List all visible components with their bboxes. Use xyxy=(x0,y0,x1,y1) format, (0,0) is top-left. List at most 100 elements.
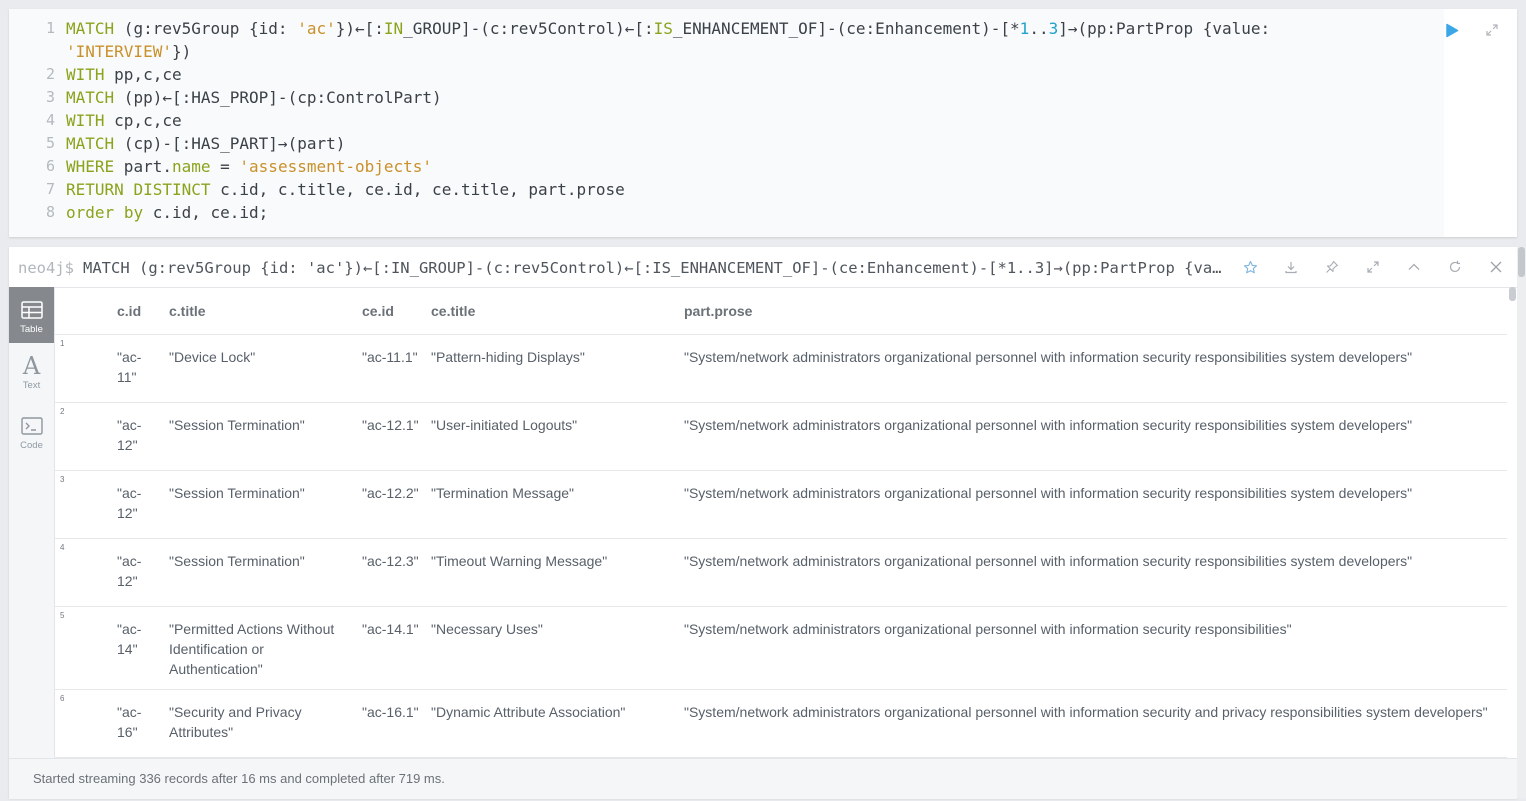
column-header: part.prose xyxy=(678,287,1507,335)
line-number: 2 xyxy=(45,65,55,83)
table-header-row: c.id c.title ce.id ce.title part.prose xyxy=(54,287,1507,335)
table-cell: "ac-11" xyxy=(111,334,163,403)
table-cell: "Session Termination" xyxy=(163,402,356,471)
result-frame: neo4j$ MATCH (g:rev5Group {id: 'ac'})←[:I… xyxy=(9,247,1517,799)
view-tab-table[interactable]: Table xyxy=(9,287,54,343)
table-cell: "ac-12.1" xyxy=(356,402,425,471)
code-token: name xyxy=(171,157,211,176)
view-tab-label: Table xyxy=(20,324,43,335)
row-number: 1 xyxy=(54,334,111,403)
code-area[interactable]: 1 MATCH (g:rev5Group {id: 'ac'})←[:IN_GRO… xyxy=(9,9,1444,237)
table-cell: "System/network administrators organizat… xyxy=(678,470,1507,539)
table-icon xyxy=(20,299,43,321)
code-text: order by c.id, ce.id; xyxy=(66,201,268,224)
code-token: 3 xyxy=(1048,19,1059,38)
code-token: MATCH xyxy=(66,19,115,38)
code-token: 1 xyxy=(1019,19,1030,38)
code-token: (pp)←[:HAS_PROP]-(cp:ControlPart) xyxy=(114,88,442,107)
code-text: RETURN DISTINCT c.id, c.title, ce.id, ce… xyxy=(66,178,625,201)
table-row: 6 "ac-16" "Security and Privacy Attributes… xyxy=(54,689,1507,758)
code-token: by xyxy=(123,203,144,222)
code-icon xyxy=(20,415,43,437)
code-token: DISTINCT xyxy=(133,180,211,199)
play-icon[interactable] xyxy=(1439,17,1465,43)
view-sidebar: Table A Text Code xyxy=(9,287,55,758)
code-token: MATCH xyxy=(66,88,115,107)
rerun-icon[interactable] xyxy=(1442,254,1468,280)
code-token: c.id, ce.id; xyxy=(143,203,269,222)
line-number: 3 xyxy=(45,88,55,106)
close-icon[interactable] xyxy=(1483,254,1509,280)
collapse-icon[interactable] xyxy=(1401,254,1427,280)
code-text: 'INTERVIEW'}) xyxy=(66,40,191,63)
row-number: 6 xyxy=(54,689,111,758)
table-cell: "ac-12.2" xyxy=(356,470,425,539)
code-text: WITH pp,c,ce xyxy=(66,63,182,86)
download-icon[interactable] xyxy=(1278,254,1304,280)
code-token: 'assessment-objects' xyxy=(239,157,433,176)
code-token: c.id, c.title, ce.id, ce.title, part.pro… xyxy=(210,180,625,199)
table-cell: "ac-12" xyxy=(111,538,163,607)
text-icon: A xyxy=(22,352,41,380)
scrollbar-thumb[interactable] xyxy=(1509,287,1516,301)
code-token: RETURN xyxy=(66,180,124,199)
close-icon[interactable] xyxy=(1520,16,1526,42)
frame-header: neo4j$ MATCH (g:rev5Group {id: 'ac'})←[:I… xyxy=(9,247,1517,288)
frame-command[interactable]: neo4j$ MATCH (g:rev5Group {id: 'ac'})←[:I… xyxy=(18,257,1228,279)
expand-icon[interactable] xyxy=(1360,254,1386,280)
table-cell: "ac-12" xyxy=(111,470,163,539)
code-token: = xyxy=(210,157,240,176)
code-token: .. xyxy=(1029,19,1049,38)
pin-icon[interactable] xyxy=(1319,254,1345,280)
table-cell: "Permitted Actions Without Identificatio… xyxy=(163,606,356,690)
table-cell: "ac-14" xyxy=(111,606,163,690)
column-header: c.title xyxy=(163,287,356,335)
table-scrollbar[interactable] xyxy=(1508,287,1517,758)
table-cell: "System/network administrators organizat… xyxy=(678,402,1507,471)
table-cell: "ac-12.3" xyxy=(356,538,425,607)
table-cell: "Termination Message" xyxy=(425,470,678,539)
code-text: WITH cp,c,ce xyxy=(66,109,182,132)
code-text: MATCH (pp)←[:HAS_PROP]-(cp:ControlPart) xyxy=(66,86,442,109)
table-row: 2 "ac-12" "Session Termination" "ac-12.1" "U… xyxy=(54,402,1507,471)
row-number: 2 xyxy=(54,402,111,471)
page-scrollbar[interactable] xyxy=(1517,247,1526,798)
expand-icon[interactable] xyxy=(1479,17,1505,43)
code-token: ]→(pp:PartProp {value: xyxy=(1058,19,1271,38)
table-cell: "System/network administrators organizat… xyxy=(678,689,1507,758)
table-cell: "Pattern-hiding Displays" xyxy=(425,334,678,403)
code-token: WITH xyxy=(66,65,105,84)
query-editor[interactable]: 1 MATCH (g:rev5Group {id: 'ac'})←[:IN_GRO… xyxy=(9,9,1517,237)
command-text: MATCH (g:rev5Group {id: 'ac'})←[:IN_GROU… xyxy=(83,259,1228,277)
table-row: 3 "ac-12" "Session Termination" "ac-12.2" "T… xyxy=(54,470,1507,539)
line-number: 8 xyxy=(45,203,55,221)
line-number: 7 xyxy=(45,180,55,198)
row-number: 5 xyxy=(54,606,111,690)
results-table-container[interactable]: c.id c.title ce.id ce.title part.prose 1… xyxy=(54,287,1507,758)
star-icon[interactable] xyxy=(1237,254,1263,280)
code-token: _ENHANCEMENT_OF]-(ce:Enhancement)-[* xyxy=(672,19,1020,38)
table-cell: "ac-12" xyxy=(111,402,163,471)
table-cell: "Timeout Warning Message" xyxy=(425,538,678,607)
prompt-label: neo4j$ xyxy=(18,259,74,277)
row-number: 4 xyxy=(54,538,111,607)
code-text: MATCH (g:rev5Group {id: 'ac'})←[:IN_GROU… xyxy=(66,17,1270,40)
table-cell: "Necessary Uses" xyxy=(425,606,678,690)
table-cell: "System/network administrators organizat… xyxy=(678,334,1507,403)
table-row: 5 "ac-14" "Permitted Actions Without Ident… xyxy=(54,606,1507,690)
table-row: 4 "ac-12" "Session Termination" "ac-12.3" "T… xyxy=(54,538,1507,607)
view-tab-text[interactable]: A Text xyxy=(9,343,54,399)
scrollbar-thumb[interactable] xyxy=(1518,247,1525,277)
view-tab-code[interactable]: Code xyxy=(9,403,54,459)
results-table: c.id c.title ce.id ce.title part.prose 1… xyxy=(54,287,1507,758)
code-token: IS xyxy=(653,19,673,38)
code-token: }) xyxy=(171,42,192,61)
line-number: 6 xyxy=(45,157,55,175)
code-text: WHERE part.name = 'assessment-objects' xyxy=(66,155,432,178)
status-message: Started streaming 336 records after 16 m… xyxy=(33,771,445,786)
code-token: (g:rev5Group {id: xyxy=(114,19,298,38)
header-rownum xyxy=(54,287,111,335)
table-cell: "User-initiated Logouts" xyxy=(425,402,678,471)
code-token: })←[: xyxy=(335,19,384,38)
